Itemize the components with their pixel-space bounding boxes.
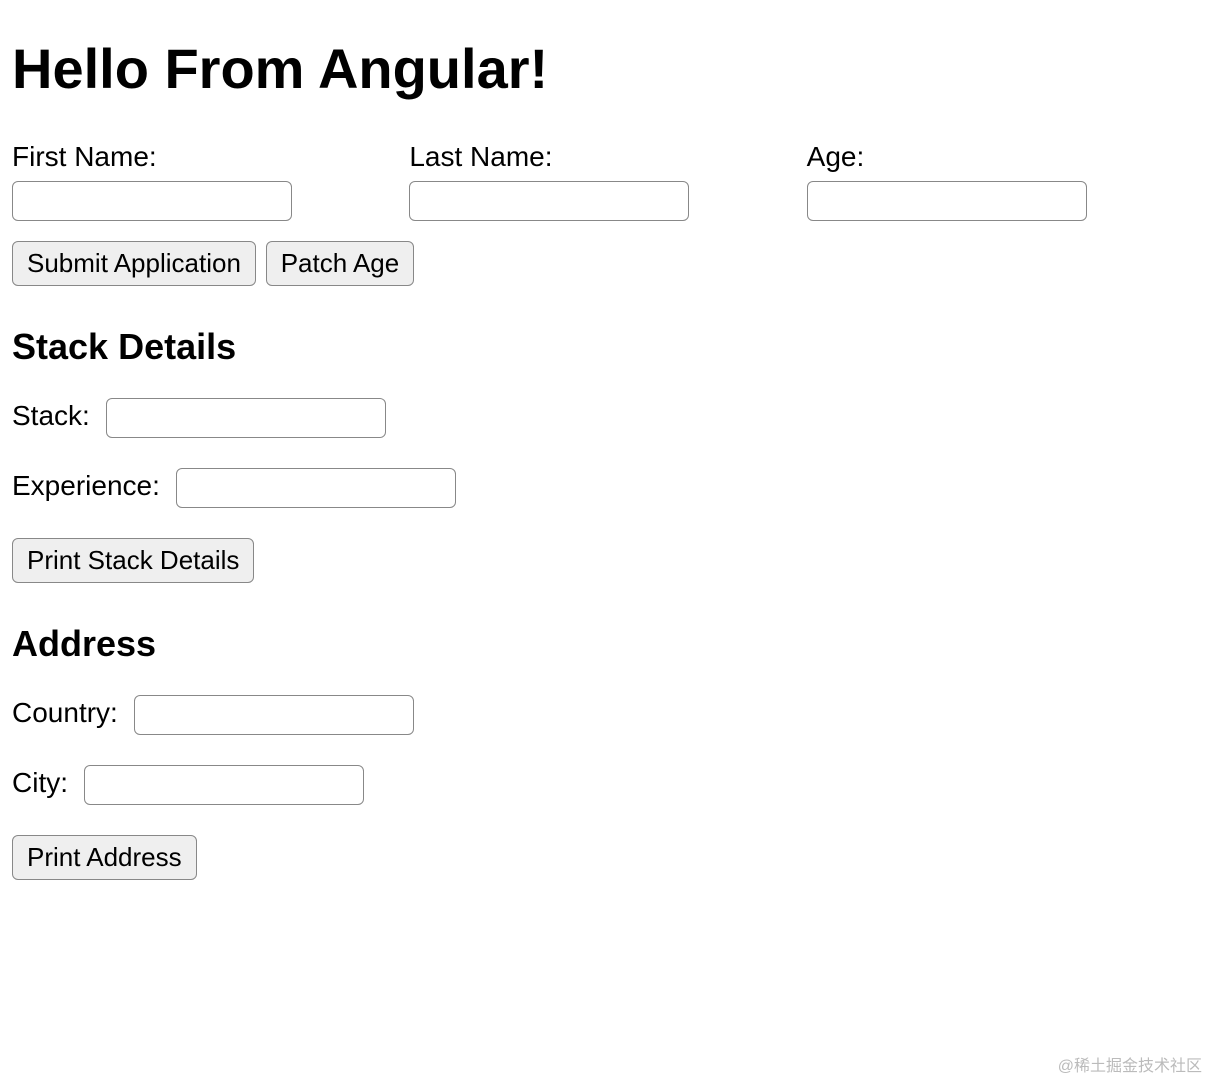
stack-label: Stack: (12, 400, 90, 431)
country-input[interactable] (134, 695, 414, 735)
experience-field: Experience: (12, 468, 1204, 508)
print-stack-details-button[interactable]: Print Stack Details (12, 538, 254, 583)
first-name-label: First Name: (12, 141, 409, 173)
stack-input[interactable] (106, 398, 386, 438)
first-name-input[interactable] (12, 181, 292, 221)
patch-age-button[interactable]: Patch Age (266, 241, 415, 286)
watermark-text: @稀土掘金技术社区 (1058, 1052, 1202, 1076)
address-heading: Address (12, 623, 1204, 665)
city-label: City: (12, 767, 68, 798)
city-field: City: (12, 765, 1204, 805)
age-input[interactable] (807, 181, 1087, 221)
stack-button-row: Print Stack Details (12, 538, 1204, 583)
city-input[interactable] (84, 765, 364, 805)
stack-details-heading: Stack Details (12, 326, 1204, 368)
experience-label: Experience: (12, 470, 160, 501)
address-button-row: Print Address (12, 835, 1204, 880)
page-title: Hello From Angular! (12, 36, 1204, 101)
stack-field: Stack: (12, 398, 1204, 438)
country-field: Country: (12, 695, 1204, 735)
experience-input[interactable] (176, 468, 456, 508)
last-name-field: Last Name: (409, 141, 806, 221)
age-field: Age: (807, 141, 1204, 221)
last-name-label: Last Name: (409, 141, 806, 173)
name-age-row: First Name: Last Name: Age: (12, 141, 1204, 221)
country-label: Country: (12, 697, 118, 728)
first-name-field: First Name: (12, 141, 409, 221)
print-address-button[interactable]: Print Address (12, 835, 197, 880)
main-button-row: Submit Application Patch Age (12, 241, 1204, 286)
age-label: Age: (807, 141, 1204, 173)
last-name-input[interactable] (409, 181, 689, 221)
submit-application-button[interactable]: Submit Application (12, 241, 256, 286)
